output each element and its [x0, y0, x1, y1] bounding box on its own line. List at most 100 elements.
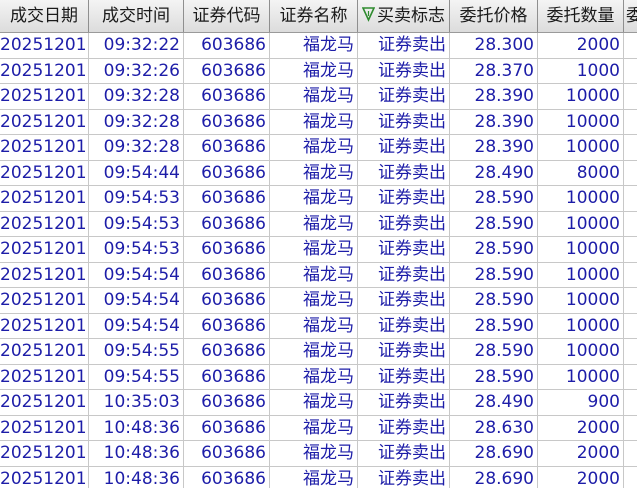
cell-security-name: 福龙马 [270, 339, 358, 364]
header-truncated[interactable]: 委 [624, 0, 637, 32]
cell-order-price: 28.490 [450, 390, 538, 415]
cell-trade-date: 20251201 [0, 262, 89, 288]
cell-trade-date: 20251201 [0, 109, 89, 135]
cell-security-code: 603686 [184, 160, 270, 186]
cell-buy-sell-flag: 证券卖出 [358, 211, 450, 237]
cell-trade-time: 09:32:26 [89, 58, 184, 84]
table-row[interactable]: 20251201 09:54:55 603686 福龙马 证券卖出 28.590 10000 [0, 339, 637, 365]
cell-trade-date: 20251201 [0, 186, 89, 211]
header-order-price[interactable]: 委托价格 [450, 0, 538, 32]
cell-security-code: 603686 [184, 135, 270, 160]
table-row[interactable]: 20251201 10:48:36 603686 福龙马 证券卖出 28.690 2000 [0, 441, 637, 467]
cell-security-name: 福龙马 [270, 160, 358, 186]
cell-order-price: 28.390 [450, 84, 538, 109]
table-body: 20251201 09:32:22 603686 福龙马 证券卖出 28.300 2000 2… [0, 33, 637, 488]
cell-order-price: 28.390 [450, 135, 538, 160]
cell-order-price: 28.590 [450, 262, 538, 288]
cell-order-price: 28.590 [450, 313, 538, 339]
cell-trade-date: 20251201 [0, 364, 89, 390]
trade-records-table: 成交日期 成交时间 证券代码 证券名称 买卖标志 委托价格 委托数量 委 202… [0, 0, 637, 488]
cell-order-quantity: 10000 [538, 313, 624, 339]
cell-trade-time: 09:54:55 [89, 364, 184, 390]
cell-buy-sell-flag: 证券卖出 [358, 58, 450, 84]
cell-order-quantity: 10000 [538, 262, 624, 288]
cell-order-price: 28.300 [450, 33, 538, 58]
cell-order-price: 28.590 [450, 237, 538, 262]
cell-trade-date: 20251201 [0, 390, 89, 415]
cell-order-price: 28.630 [450, 415, 538, 441]
table-row[interactable]: 20251201 10:48:36 603686 福龙马 证券卖出 28.690 2000 [0, 466, 637, 488]
cell-buy-sell-flag: 证券卖出 [358, 339, 450, 364]
cell-security-name: 福龙马 [270, 441, 358, 466]
cell-trade-date: 20251201 [0, 313, 89, 339]
cell-truncated [624, 339, 637, 364]
filter-triangle-icon[interactable] [362, 7, 375, 22]
cell-trade-date: 20251201 [0, 466, 89, 488]
cell-truncated [624, 467, 637, 488]
cell-security-code: 603686 [184, 313, 270, 339]
header-security-name[interactable]: 证券名称 [270, 0, 358, 32]
cell-buy-sell-flag: 证券卖出 [358, 415, 450, 441]
cell-security-code: 603686 [184, 33, 270, 58]
cell-trade-date: 20251201 [0, 160, 89, 186]
table-row[interactable]: 20251201 09:54:53 603686 福龙马 证券卖出 28.590 10000 [0, 186, 637, 212]
cell-security-name: 福龙马 [270, 84, 358, 109]
cell-trade-time: 09:54:53 [89, 186, 184, 211]
cell-truncated [624, 314, 637, 339]
cell-buy-sell-flag: 证券卖出 [358, 135, 450, 160]
cell-truncated [624, 237, 637, 262]
cell-trade-date: 20251201 [0, 288, 89, 313]
cell-security-code: 603686 [184, 390, 270, 415]
cell-truncated [624, 33, 637, 58]
cell-trade-time: 10:48:36 [89, 466, 184, 488]
table-row[interactable]: 20251201 09:32:28 603686 福龙马 证券卖出 28.390 10000 [0, 109, 637, 135]
cell-order-quantity: 10000 [538, 339, 624, 364]
header-security-code[interactable]: 证券代码 [184, 0, 270, 32]
cell-security-code: 603686 [184, 288, 270, 313]
header-order-quantity[interactable]: 委托数量 [538, 0, 624, 32]
cell-trade-date: 20251201 [0, 211, 89, 237]
table-row[interactable]: 20251201 09:32:26 603686 福龙马 证券卖出 28.370 1000 [0, 58, 637, 84]
cell-order-price: 28.590 [450, 186, 538, 211]
cell-buy-sell-flag: 证券卖出 [358, 33, 450, 58]
cell-order-quantity: 1000 [538, 58, 624, 84]
cell-security-name: 福龙马 [270, 135, 358, 160]
cell-order-quantity: 10000 [538, 237, 624, 262]
cell-trade-date: 20251201 [0, 441, 89, 466]
cell-trade-time: 09:32:22 [89, 33, 184, 58]
header-trade-date[interactable]: 成交日期 [0, 0, 89, 32]
table-row[interactable]: 20251201 09:54:54 603686 福龙马 证券卖出 28.590 10000 [0, 288, 637, 314]
cell-truncated [624, 110, 637, 135]
cell-security-name: 福龙马 [270, 313, 358, 339]
cell-security-name: 福龙马 [270, 288, 358, 313]
cell-order-quantity: 2000 [538, 33, 624, 58]
table-row[interactable]: 20251201 09:32:22 603686 福龙马 证券卖出 28.300 2000 [0, 33, 637, 59]
header-trade-time[interactable]: 成交时间 [89, 0, 184, 32]
table-row[interactable]: 20251201 09:54:44 603686 福龙马 证券卖出 28.490 8000 [0, 160, 637, 186]
header-buy-sell-flag[interactable]: 买卖标志 [358, 0, 450, 32]
table-row[interactable]: 20251201 09:54:53 603686 福龙马 证券卖出 28.590 10000 [0, 211, 637, 237]
table-row[interactable]: 20251201 09:54:54 603686 福龙马 证券卖出 28.590 10000 [0, 262, 637, 288]
table-row[interactable]: 20251201 09:54:54 603686 福龙马 证券卖出 28.590 10000 [0, 313, 637, 339]
table-row[interactable]: 20251201 09:54:53 603686 福龙马 证券卖出 28.590 10000 [0, 237, 637, 263]
cell-security-code: 603686 [184, 109, 270, 135]
cell-order-price: 28.590 [450, 364, 538, 390]
table-row[interactable]: 20251201 10:48:36 603686 福龙马 证券卖出 28.630 2000 [0, 415, 637, 441]
cell-security-code: 603686 [184, 84, 270, 109]
cell-security-name: 福龙马 [270, 262, 358, 288]
table-row[interactable]: 20251201 09:32:28 603686 福龙马 证券卖出 28.390 10000 [0, 84, 637, 110]
cell-security-name: 福龙马 [270, 364, 358, 390]
cell-security-code: 603686 [184, 415, 270, 441]
cell-order-quantity: 2000 [538, 441, 624, 466]
cell-security-code: 603686 [184, 262, 270, 288]
cell-security-name: 福龙马 [270, 109, 358, 135]
cell-security-name: 福龙马 [270, 186, 358, 211]
table-row[interactable]: 20251201 09:32:28 603686 福龙马 证券卖出 28.390 10000 [0, 135, 637, 161]
table-row[interactable]: 20251201 09:54:55 603686 福龙马 证券卖出 28.590 10000 [0, 364, 637, 390]
cell-trade-time: 09:32:28 [89, 84, 184, 109]
table-row[interactable]: 20251201 10:35:03 603686 福龙马 证券卖出 28.490 900 [0, 390, 637, 416]
cell-security-name: 福龙马 [270, 390, 358, 415]
cell-truncated [624, 365, 637, 390]
cell-truncated [624, 59, 637, 84]
cell-trade-time: 10:48:36 [89, 441, 184, 466]
